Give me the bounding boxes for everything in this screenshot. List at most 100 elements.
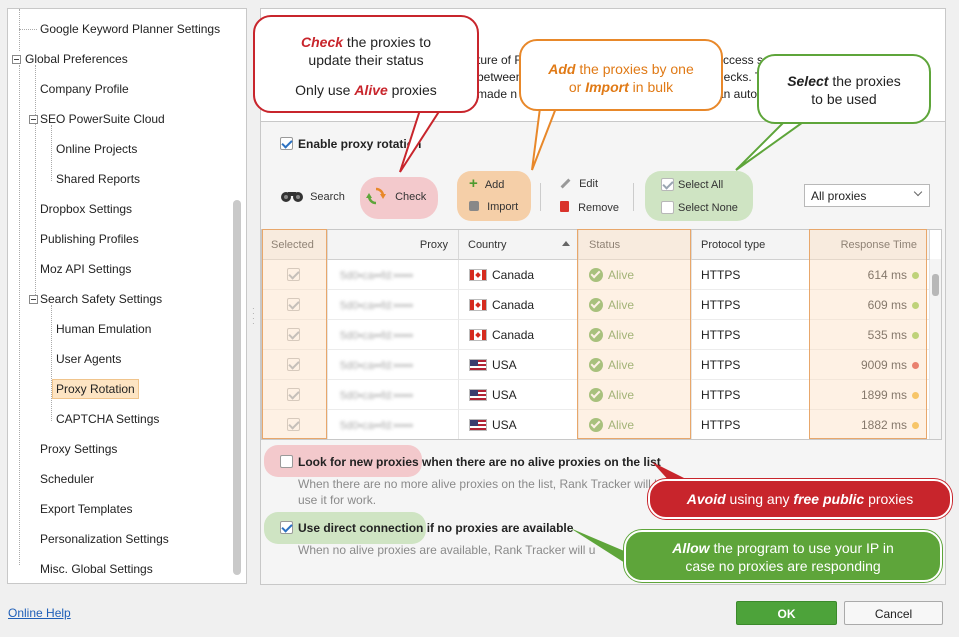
tree-item-dropbox-settings[interactable]: Dropbox Settings — [40, 202, 132, 216]
row-country-cell: Canada — [459, 260, 579, 290]
row-protocol-cell: HTTPS — [692, 410, 810, 439]
tree-item-google-keyword-planner[interactable]: Google Keyword Planner Settings — [40, 22, 220, 36]
tree-item-publishing-profiles[interactable]: Publishing Profiles — [40, 232, 139, 246]
description-text: made n — [477, 87, 518, 101]
proxy-filter-select[interactable]: All proxies — [804, 184, 930, 207]
row-proxy-cell: 5d0•ca••fd:••••• — [328, 410, 459, 439]
proxy-address: 5d0•ca••fd:••••• — [340, 360, 414, 372]
trash-icon — [560, 201, 569, 212]
settings-tree: Google Keyword Planner Settings Global P… — [7, 8, 247, 584]
select-all-icon — [661, 178, 674, 191]
row-proxy-cell: 5d0•ca••fd:••••• — [328, 320, 459, 350]
protocol-text: HTTPS — [701, 298, 741, 312]
tree-guide — [19, 29, 37, 30]
row-proxy-cell: 5d0•ca••fd:••••• — [328, 350, 459, 380]
country-name: USA — [492, 358, 517, 372]
plus-icon: + — [469, 175, 478, 192]
import-button[interactable]: Import — [469, 201, 518, 213]
tree-item-human-emulation[interactable]: Human Emulation — [56, 322, 151, 336]
toolbar-separator — [540, 183, 541, 211]
select-none-button[interactable]: Select None — [678, 202, 738, 214]
look-new-proxies-checkbox[interactable] — [280, 455, 293, 468]
ok-button[interactable]: OK — [736, 601, 837, 625]
tree-guide — [35, 65, 36, 301]
select-none-icon — [661, 201, 674, 214]
direct-connection-label: Use direct connection if no proxies are … — [298, 521, 574, 535]
direct-connection-checkbox[interactable] — [280, 521, 293, 534]
chevron-down-icon — [913, 187, 923, 197]
add-callout: Add the proxies by one or Import in bulk — [519, 39, 723, 111]
tree-item-seo-powersuite-cloud[interactable]: SEO PowerSuite Cloud — [40, 112, 165, 126]
select-callout: Select the proxies to be used — [757, 54, 931, 124]
country-name: USA — [492, 388, 517, 402]
tree-item-proxy-rotation[interactable]: Proxy Rotation — [52, 379, 139, 399]
pencil-icon — [560, 178, 571, 189]
flag-icon — [469, 329, 487, 341]
tree-scrollbar[interactable] — [233, 200, 241, 575]
row-country-cell: Canada — [459, 290, 579, 320]
tree-item-scheduler[interactable]: Scheduler — [40, 472, 94, 486]
row-protocol-cell: HTTPS — [692, 380, 810, 410]
splitter-handle[interactable]: · · · · — [252, 305, 256, 328]
column-header-country[interactable]: Country — [459, 230, 579, 260]
proxy-address: 5d0•ca••fd:••••• — [340, 330, 414, 342]
tree-item-online-projects[interactable]: Online Projects — [56, 142, 137, 156]
protocol-text: HTTPS — [701, 358, 741, 372]
tree-item-user-agents[interactable]: User Agents — [56, 352, 121, 366]
look-new-hint: When there are no more alive proxies on … — [298, 477, 657, 491]
tree-item-export-templates[interactable]: Export Templates — [40, 502, 133, 516]
collapse-icon[interactable] — [29, 115, 38, 124]
collapse-icon[interactable] — [29, 295, 38, 304]
country-name: USA — [492, 418, 517, 432]
add-button[interactable]: + Add — [469, 175, 504, 192]
flag-icon — [469, 299, 487, 311]
tree-item-search-safety-settings[interactable]: Search Safety Settings — [40, 292, 162, 306]
flag-icon — [469, 419, 487, 431]
allow-callout: Allow the program to use your IP in case… — [624, 530, 942, 582]
sort-asc-icon — [562, 241, 570, 246]
tree-item-captcha-settings[interactable]: CAPTCHA Settings — [56, 412, 159, 426]
column-header-protocol[interactable]: Protocol type — [692, 230, 810, 260]
select-all-button[interactable]: Select All — [678, 179, 723, 191]
tree-item-company-profile[interactable]: Company Profile — [40, 82, 129, 96]
proxy-address: 5d0•ca••fd:••••• — [340, 420, 414, 432]
proxy-address: 5d0•ca••fd:••••• — [340, 390, 414, 402]
proxy-filter-value: All proxies — [811, 189, 867, 203]
row-protocol-cell: HTTPS — [692, 350, 810, 380]
response-column-highlight — [809, 229, 927, 439]
tree-item-global-preferences[interactable]: Global Preferences — [25, 52, 128, 66]
column-header-proxy[interactable]: Proxy — [328, 230, 459, 260]
country-name: Canada — [492, 298, 535, 312]
tree-item-moz-api-settings[interactable]: Moz API Settings — [40, 262, 131, 276]
online-help-link[interactable]: Online Help — [8, 606, 71, 620]
row-proxy-cell: 5d0•ca••fd:••••• — [328, 260, 459, 290]
collapse-icon[interactable] — [12, 55, 21, 64]
flag-icon — [469, 359, 487, 371]
tree-guide — [19, 65, 20, 565]
table-scrollbar-thumb[interactable] — [932, 274, 939, 296]
flag-icon — [469, 389, 487, 401]
cancel-button[interactable]: Cancel — [844, 601, 943, 625]
toolbar-separator — [633, 183, 634, 211]
tree-item-misc-global-settings[interactable]: Misc. Global Settings — [40, 562, 153, 576]
row-proxy-cell: 5d0•ca••fd:••••• — [328, 380, 459, 410]
enable-rotation-checkbox[interactable] — [280, 137, 293, 150]
look-new-hint: use it for work. — [298, 493, 377, 507]
refresh-icon — [366, 187, 386, 205]
remove-button[interactable]: Remove — [560, 201, 619, 214]
country-name: Canada — [492, 328, 535, 342]
tree-item-shared-reports[interactable]: Shared Reports — [56, 172, 140, 186]
protocol-text: HTTPS — [701, 328, 741, 342]
row-country-cell: USA — [459, 380, 579, 410]
avoid-callout: Avoid using any free public proxies — [648, 479, 952, 519]
row-country-cell: USA — [459, 410, 579, 439]
check-button[interactable]: Check — [366, 186, 426, 206]
protocol-text: HTTPS — [701, 418, 741, 432]
edit-button[interactable]: Edit — [560, 178, 598, 190]
proxy-address: 5d0•ca••fd:••••• — [340, 300, 414, 312]
tree-item-proxy-settings[interactable]: Proxy Settings — [40, 442, 117, 456]
tree-item-personalization-settings[interactable]: Personalization Settings — [40, 532, 169, 546]
search-button[interactable]: Search — [280, 189, 345, 203]
direct-connection-hint: When no alive proxies are available, Ran… — [298, 543, 596, 557]
description-text: an auto — [717, 87, 758, 101]
